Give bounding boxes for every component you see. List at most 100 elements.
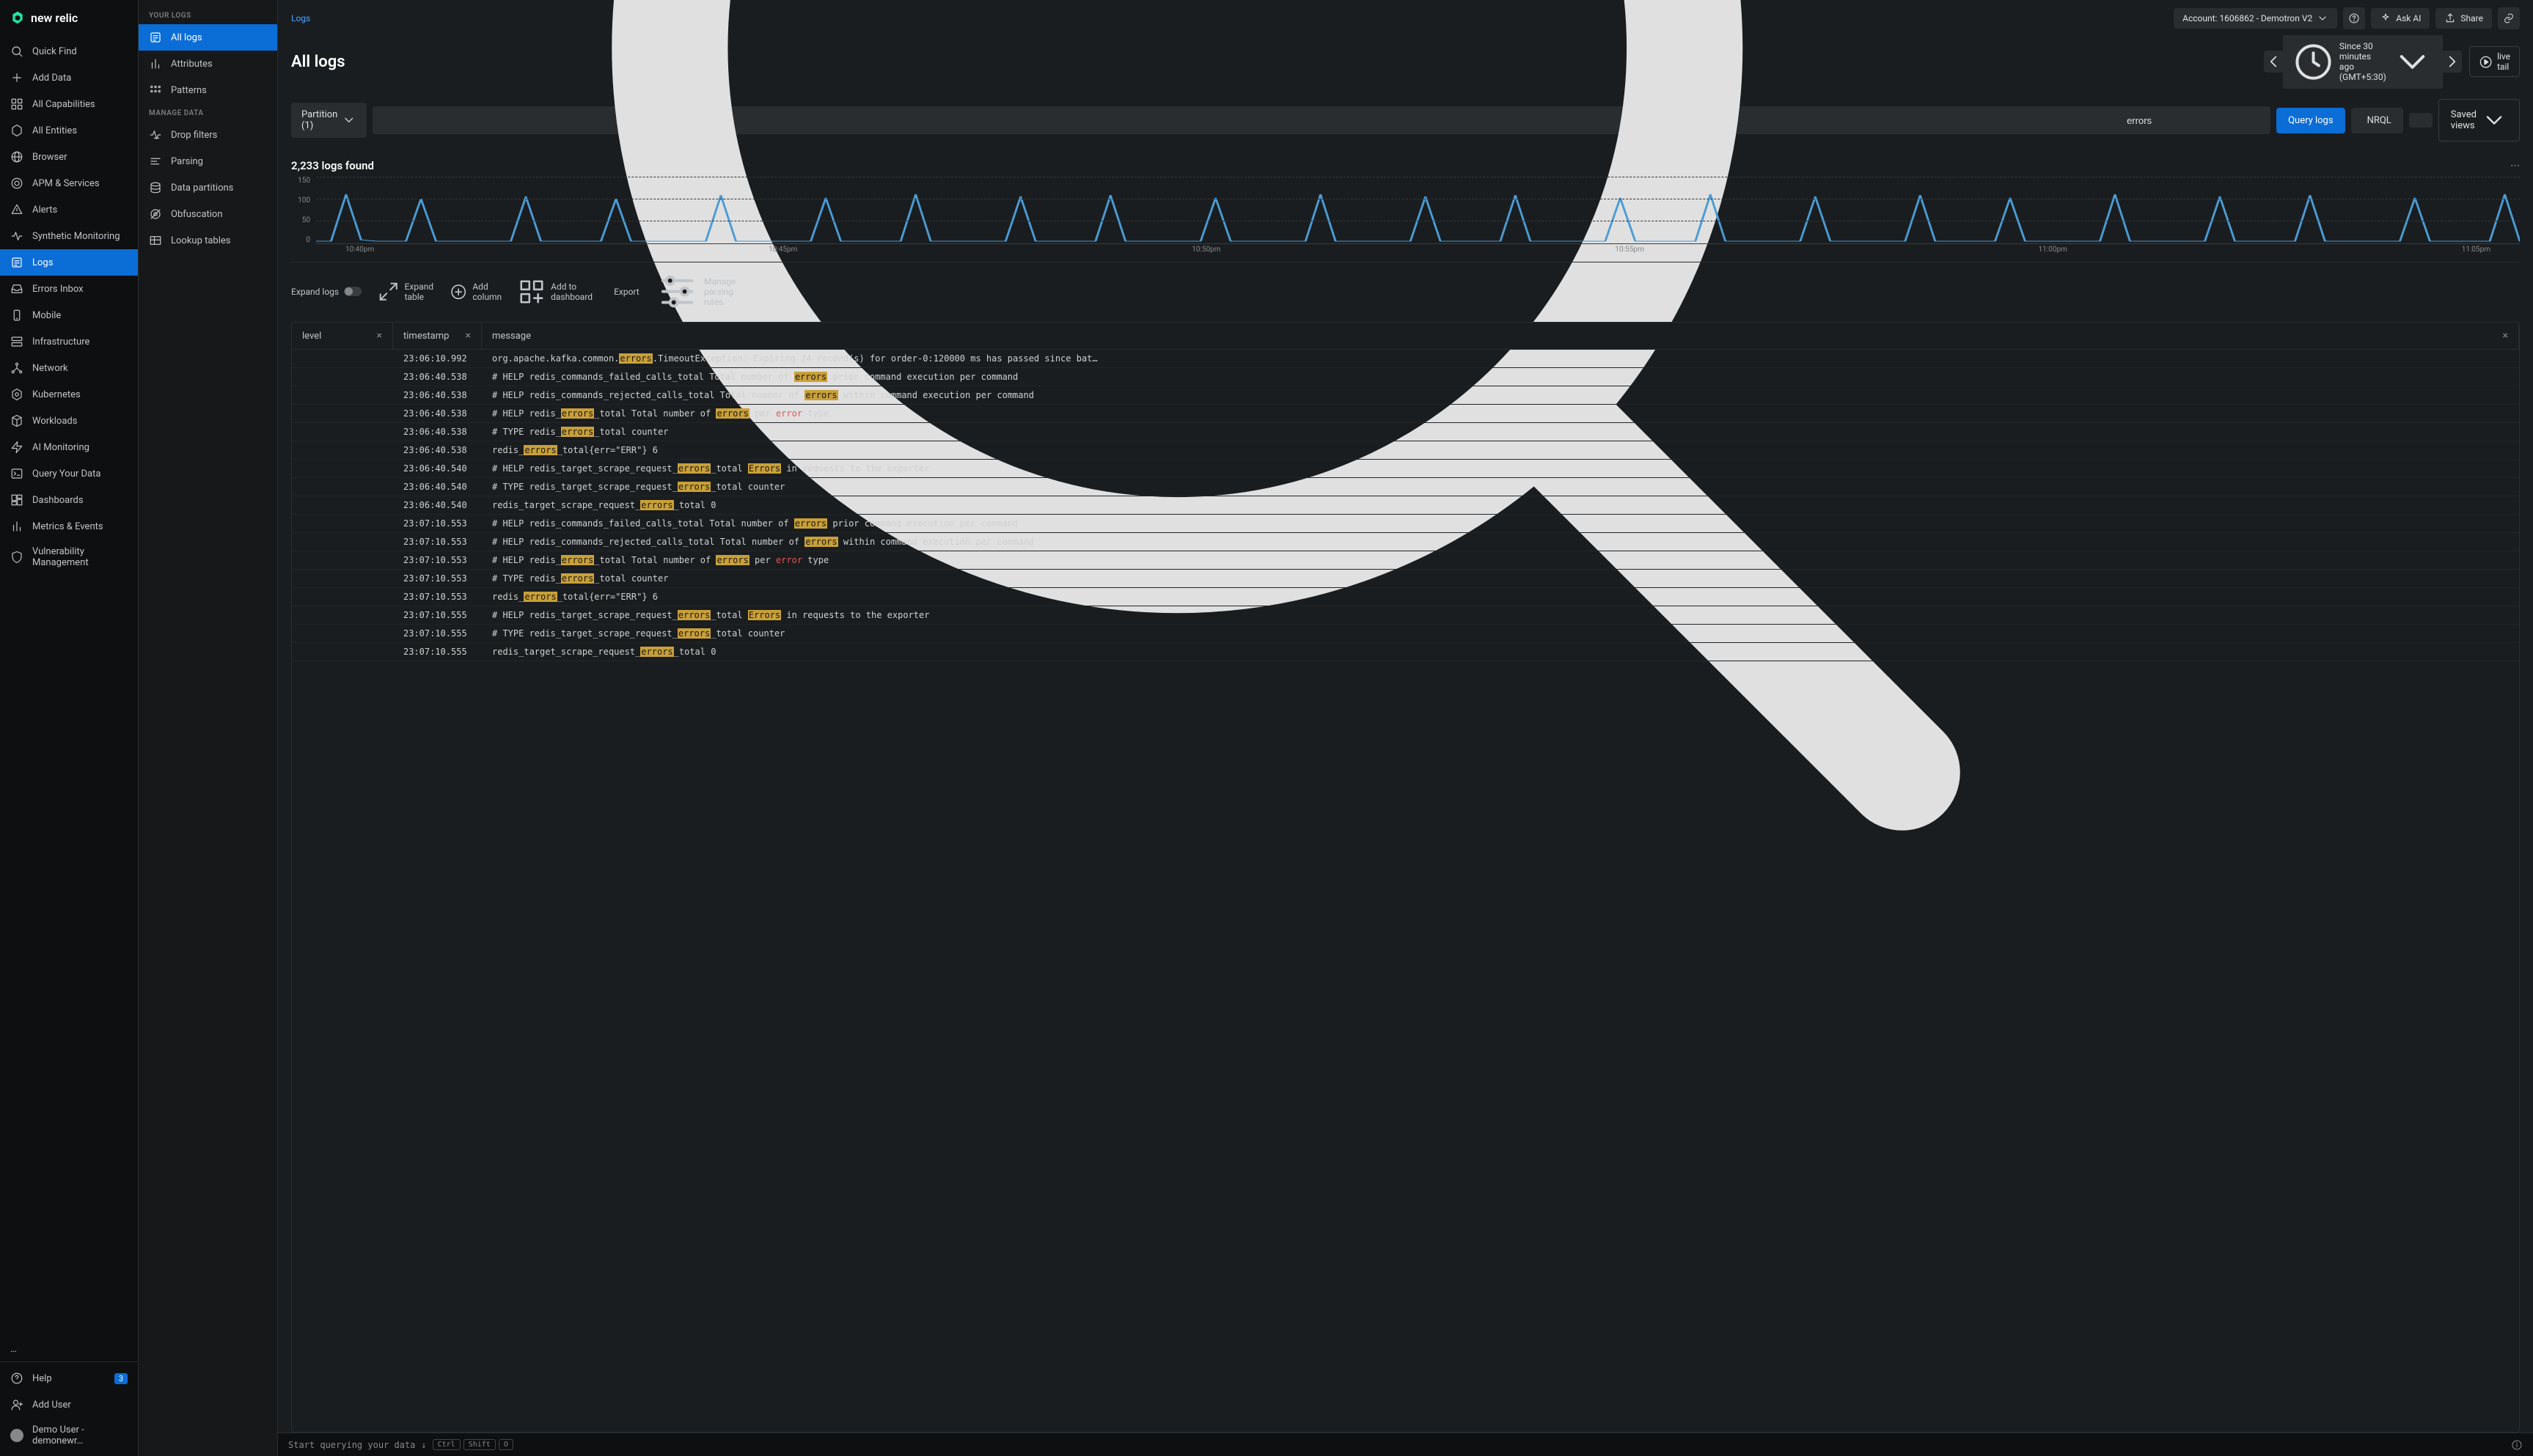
box-icon: [10, 414, 23, 427]
add-to-dashboard-button[interactable]: Add to dashboard: [518, 278, 593, 306]
remove-column-button[interactable]: ×: [377, 330, 382, 342]
nav-query-your-data[interactable]: Query Your Data: [0, 460, 138, 487]
help-button[interactable]: [2343, 7, 2365, 29]
log-row[interactable]: 23:06:40.540# TYPE redis_target_scrape_r…: [292, 478, 2519, 496]
nav-alerts[interactable]: Alerts: [0, 196, 138, 223]
server-icon: [10, 335, 23, 348]
export-button[interactable]: Export: [609, 287, 639, 297]
help-icon: [2348, 12, 2360, 24]
shield-icon: [10, 551, 23, 564]
nav-logs[interactable]: Logs: [0, 249, 138, 276]
column-header-timestamp[interactable]: timestamp ×: [393, 323, 482, 349]
nav-all-capabilities[interactable]: All Capabilities: [0, 91, 138, 117]
cell-level: [292, 570, 393, 587]
nav-network[interactable]: Network: [0, 355, 138, 381]
expand-table-button[interactable]: Expand table: [378, 281, 433, 302]
nav-workloads[interactable]: Workloads: [0, 408, 138, 434]
log-row[interactable]: 23:07:10.553# HELP redis_errors_total To…: [292, 551, 2519, 570]
logo[interactable]: new relic: [0, 0, 138, 35]
log-row[interactable]: 23:07:10.553# HELP redis_commands_reject…: [292, 533, 2519, 551]
log-row[interactable]: 23:06:40.538# TYPE redis_errors_total co…: [292, 423, 2519, 441]
log-row[interactable]: 23:06:40.538# HELP redis_commands_failed…: [292, 368, 2519, 386]
log-row[interactable]: 23:07:10.553# TYPE redis_errors_total co…: [292, 570, 2519, 588]
nav-browser[interactable]: Browser: [0, 144, 138, 170]
cell-message: org.apache.kafka.common.errors.TimeoutEx…: [482, 350, 2519, 367]
nav-label: Vulnerability Management: [32, 546, 128, 568]
subnav-obfuscation[interactable]: Obfuscation: [139, 201, 277, 227]
log-chart[interactable]: 150100500 10:40pm10:45pm10:50pm10:55pm11…: [291, 177, 2520, 257]
info-icon[interactable]: [2511, 1439, 2523, 1451]
nav-synthetic-monitoring[interactable]: Synthetic Monitoring: [0, 223, 138, 249]
nav-metrics-events[interactable]: Metrics & Events: [0, 513, 138, 540]
log-row[interactable]: 23:06:40.538redis_errors_total{err="ERR"…: [292, 441, 2519, 460]
nav-ai-monitoring[interactable]: AI Monitoring: [0, 434, 138, 460]
nrql-button[interactable]: NRQL: [2351, 108, 2403, 133]
cell-timestamp: 23:06:40.540: [393, 496, 482, 514]
add-column-button[interactable]: Add column: [450, 282, 502, 302]
account-selector[interactable]: Account: 1606862 - Demotron V2: [2174, 8, 2337, 29]
clock-icon: [2292, 40, 2335, 84]
log-row[interactable]: 23:06:40.538# HELP redis_errors_total To…: [292, 405, 2519, 423]
log-row[interactable]: 23:07:10.553redis_errors_total{err="ERR"…: [292, 588, 2519, 606]
log-row[interactable]: 23:07:10.555# HELP redis_target_scrape_r…: [292, 606, 2519, 625]
timerange-selector[interactable]: Since 30 minutes ago (GMT+5:30): [2283, 35, 2443, 89]
ask-ai-button[interactable]: Ask AI: [2371, 8, 2430, 29]
nav-label: Kubernetes: [32, 389, 81, 400]
nav-infrastructure[interactable]: Infrastructure: [0, 328, 138, 355]
breadcrumb[interactable]: Logs: [291, 13, 310, 23]
query-logs-button[interactable]: Query logs: [2276, 108, 2345, 133]
log-row[interactable]: 23:06:40.540# HELP redis_target_scrape_r…: [292, 460, 2519, 478]
log-row[interactable]: 23:07:10.555# TYPE redis_target_scrape_r…: [292, 625, 2519, 643]
manage-parsing-button[interactable]: Manage parsing rules: [656, 270, 745, 313]
subnav-drop-filters[interactable]: Drop filters: [139, 122, 277, 148]
saved-views-button[interactable]: Saved views: [2438, 99, 2520, 141]
nav-help[interactable]: Help3: [0, 1365, 138, 1391]
cell-message: # TYPE redis_errors_total counter: [482, 570, 2519, 587]
plus-circle-icon: [450, 283, 467, 301]
subnav-patterns[interactable]: Patterns: [139, 77, 277, 103]
log-row[interactable]: 23:07:10.555redis_target_scrape_request_…: [292, 643, 2519, 661]
subnav-data-partitions[interactable]: Data partitions: [139, 174, 277, 201]
chart-more-button[interactable]: ⋯: [2510, 161, 2520, 172]
expand-logs-toggle[interactable]: Expand logs: [291, 287, 362, 297]
subnav-attributes[interactable]: Attributes: [139, 51, 277, 77]
nav-vulnerability-management[interactable]: Vulnerability Management: [0, 540, 138, 575]
share-button[interactable]: Share: [2435, 8, 2492, 29]
nav-add-data[interactable]: Add Data: [0, 65, 138, 91]
nav-kubernetes[interactable]: Kubernetes: [0, 381, 138, 408]
partition-selector[interactable]: Partition (1): [291, 103, 367, 138]
subnav-parsing[interactable]: Parsing: [139, 148, 277, 174]
log-row[interactable]: 23:07:10.553# HELP redis_commands_failed…: [292, 515, 2519, 533]
nav-demo-user-demonewr-[interactable]: Demo User - demonewr…: [0, 1418, 138, 1453]
column-header-message[interactable]: message ×: [482, 323, 2519, 349]
subnav-all-logs[interactable]: All logs: [139, 24, 277, 51]
log-row[interactable]: 23:06:40.538# HELP redis_commands_reject…: [292, 386, 2519, 405]
share-icon: [2444, 12, 2456, 24]
search-input[interactable]: [2127, 115, 2256, 126]
remove-column-button[interactable]: ×: [466, 330, 471, 342]
footer-prompt[interactable]: Start querying your data: [288, 1440, 415, 1450]
timerange-next[interactable]: [2443, 51, 2462, 73]
nav-more[interactable]: …: [0, 1337, 138, 1361]
log-row[interactable]: 23:06:40.540redis_target_scrape_request_…: [292, 496, 2519, 515]
chevron-down-icon: [2391, 40, 2434, 84]
cell-message: # TYPE redis_errors_total counter: [482, 423, 2519, 441]
log-row[interactable]: 23:06:10.992org.apache.kafka.common.erro…: [292, 350, 2519, 368]
nav-dashboards[interactable]: Dashboards: [0, 487, 138, 513]
nav-quick-find[interactable]: Quick Find: [0, 38, 138, 65]
nav-all-entities[interactable]: All Entities: [0, 117, 138, 144]
copy-link-button[interactable]: [2498, 7, 2520, 29]
nav-add-user[interactable]: Add User: [0, 1391, 138, 1418]
subnav-label: Attributes: [171, 59, 213, 70]
column-header-level[interactable]: level ×: [292, 323, 393, 349]
alerts-button[interactable]: [2409, 113, 2433, 128]
nav-mobile[interactable]: Mobile: [0, 302, 138, 328]
live-tail-button[interactable]: live tail: [2469, 46, 2520, 77]
search-icon: [10, 45, 23, 58]
timerange-prev[interactable]: [2264, 51, 2283, 73]
subnav-lookup-tables[interactable]: Lookup tables: [139, 227, 277, 254]
nav-apm-services[interactable]: APM & Services: [0, 170, 138, 196]
toggle-switch[interactable]: [344, 287, 362, 296]
nav-errors-inbox[interactable]: Errors Inbox: [0, 276, 138, 302]
remove-column-button[interactable]: ×: [2503, 330, 2508, 342]
